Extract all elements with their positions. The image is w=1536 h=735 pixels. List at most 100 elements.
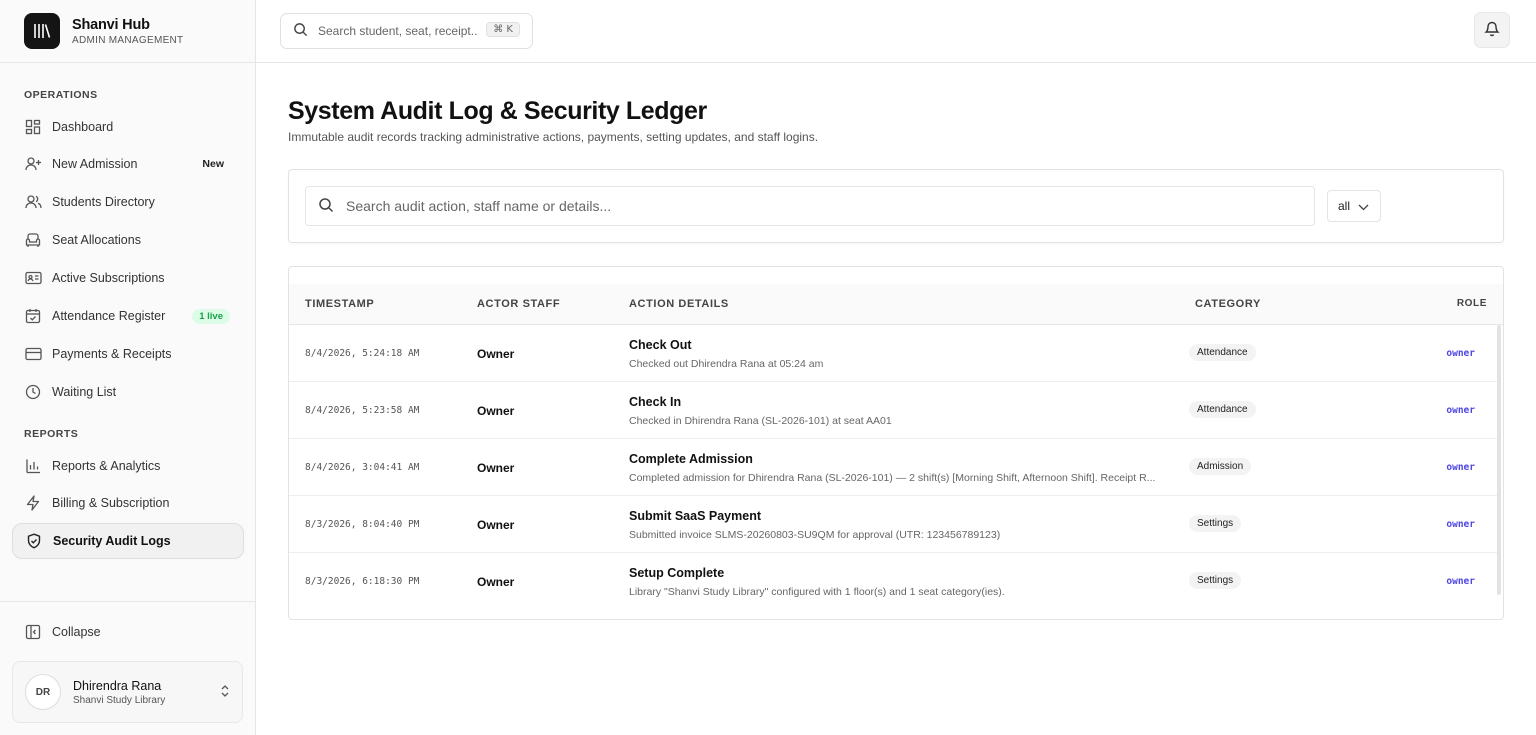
library-logo-icon: [24, 13, 60, 49]
page-title: System Audit Log & Security Ledger: [288, 97, 707, 125]
zap-icon: [24, 494, 42, 512]
row-action-detail: Checked out Dhirendra Rana at 05:24 am: [629, 358, 824, 370]
row-actor: Owner: [477, 404, 515, 418]
row-actor: Owner: [477, 347, 515, 361]
bell-icon: [1484, 20, 1500, 40]
avatar: DR: [25, 674, 61, 710]
row-action-detail: Library "Shanvi Study Library" configure…: [629, 586, 1005, 598]
table-row[interactable]: 8/4/2026, 5:24:18 AM Owner Check Out Che…: [289, 325, 1497, 382]
row-actor: Owner: [477, 518, 515, 532]
brand-name: Shanvi Hub: [72, 16, 150, 33]
row-action-title: Submit SaaS Payment: [629, 509, 761, 523]
table-row[interactable]: 8/3/2026, 8:04:40 PM Owner Submit SaaS P…: [289, 496, 1497, 553]
category-badge: Settings: [1189, 572, 1242, 589]
category-filter-value: all: [1338, 199, 1351, 213]
user-name: Dhirendra Rana: [73, 678, 162, 693]
role-label: owner: [1446, 405, 1475, 416]
filter-bar: all: [288, 169, 1504, 243]
column-header-timestamp[interactable]: TIMESTAMP: [305, 298, 374, 310]
sidebar-item-label: Security Audit Logs: [53, 534, 171, 548]
role-label: owner: [1446, 576, 1475, 587]
sidebar-item-label: Waiting List: [52, 385, 117, 399]
sidebar-item-dashboard[interactable]: Dashboard: [12, 109, 244, 145]
row-action-title: Check Out: [629, 338, 692, 352]
row-timestamp: 8/3/2026, 6:18:30 PM: [305, 576, 420, 587]
notifications-button[interactable]: [1474, 12, 1510, 48]
sidebar-item-label: Seat Allocations: [52, 233, 141, 247]
search-icon: [318, 197, 334, 216]
role-label: owner: [1446, 348, 1475, 359]
category-badge: Attendance: [1189, 401, 1256, 418]
operations-section-label: OPERATIONS: [24, 89, 98, 101]
sidebar-item-active-subscriptions[interactable]: Active Subscriptions: [12, 260, 244, 296]
armchair-icon: [24, 231, 42, 249]
row-action-detail: Checked in Dhirendra Rana (SL-2026-101) …: [629, 415, 892, 427]
sidebar-item-reports-analytics[interactable]: Reports & Analytics: [12, 448, 244, 484]
audit-search-input[interactable]: [346, 198, 1246, 214]
category-badge: Admission: [1189, 458, 1252, 475]
id-card-icon: [24, 269, 42, 287]
row-action-detail: Completed admission for Dhirendra Rana (…: [629, 472, 1156, 484]
column-header-role[interactable]: ROLE: [1457, 298, 1487, 309]
brand-subtitle: ADMIN MANAGEMENT: [72, 34, 184, 46]
sidebar-item-label: Students Directory: [52, 195, 155, 209]
audit-log-table: TIMESTAMP ACTOR STAFF ACTION DETAILS CAT…: [288, 266, 1504, 620]
credit-card-icon: [24, 345, 42, 363]
page-subtitle: Immutable audit records tracking adminis…: [288, 130, 819, 144]
category-badge: Attendance: [1189, 344, 1256, 361]
sidebar-item-waiting-list[interactable]: Waiting List: [12, 374, 244, 410]
row-action-title: Complete Admission: [629, 452, 753, 466]
sidebar-item-security-audit-logs[interactable]: Security Audit Logs: [12, 523, 244, 559]
calendar-check-icon: [24, 307, 42, 325]
sidebar-item-label: Active Subscriptions: [52, 271, 165, 285]
row-actor: Owner: [477, 461, 515, 475]
sidebar-item-payments-receipts[interactable]: Payments & Receipts: [12, 336, 244, 372]
role-label: owner: [1446, 519, 1475, 530]
column-header-action[interactable]: ACTION DETAILS: [629, 298, 729, 310]
live-badge: 1 live: [192, 308, 230, 324]
row-actor: Owner: [477, 575, 515, 589]
sidebar-item-billing-subscription[interactable]: Billing & Subscription: [12, 485, 244, 521]
sidebar-item-label: New Admission: [52, 157, 138, 171]
new-badge: New: [202, 158, 224, 170]
category-filter-select[interactable]: all: [1327, 190, 1381, 222]
shield-check-icon: [25, 532, 43, 550]
sidebar-item-seat-allocations[interactable]: Seat Allocations: [12, 222, 244, 258]
search-icon: [293, 22, 308, 40]
user-profile-card[interactable]: DR Dhirendra Rana Shanvi Study Library: [12, 661, 243, 723]
sidebar-item-new-admission[interactable]: New Admission New: [12, 146, 244, 182]
bar-chart-icon: [24, 457, 42, 475]
role-label: owner: [1446, 462, 1475, 473]
clock-icon: [24, 383, 42, 401]
chevrons-up-down-icon: [220, 684, 230, 701]
row-timestamp: 8/3/2026, 8:04:40 PM: [305, 519, 420, 530]
table-row[interactable]: 8/3/2026, 6:18:30 PM Owner Setup Complet…: [289, 553, 1497, 610]
row-action-title: Check In: [629, 395, 682, 409]
table-row[interactable]: 8/4/2026, 3:04:41 AM Owner Complete Admi…: [289, 439, 1497, 496]
global-search-input[interactable]: [318, 24, 478, 38]
row-timestamp: 8/4/2026, 5:24:18 AM: [305, 348, 420, 359]
sidebar-item-students-directory[interactable]: Students Directory: [12, 184, 244, 220]
row-action-detail: Submitted invoice SLMS-20260803-SU9QM fo…: [629, 529, 1001, 541]
column-header-actor[interactable]: ACTOR STAFF: [477, 298, 560, 310]
reports-section-label: REPORTS: [24, 428, 79, 440]
panel-left-icon: [24, 623, 42, 641]
sidebar-item-attendance-register[interactable]: Attendance Register 1 live: [12, 298, 244, 334]
keyboard-shortcut-hint: ⌘ K: [486, 22, 520, 37]
sidebar-item-label: Payments & Receipts: [52, 347, 172, 361]
collapse-section: Collapse: [0, 601, 256, 661]
global-search[interactable]: ⌘ K: [280, 13, 533, 49]
audit-search[interactable]: [305, 186, 1315, 226]
column-header-category[interactable]: CATEGORY: [1195, 298, 1261, 310]
table-header: TIMESTAMP ACTOR STAFF ACTION DETAILS CAT…: [289, 284, 1503, 325]
row-action-title: Setup Complete: [629, 566, 725, 580]
brand-header[interactable]: Shanvi Hub ADMIN MANAGEMENT: [0, 0, 255, 63]
dashboard-icon: [24, 118, 42, 136]
top-bar: ⌘ K: [256, 0, 1536, 63]
sidebar-item-label: Billing & Subscription: [52, 496, 170, 510]
table-scrollbar[interactable]: [1497, 325, 1501, 595]
users-icon: [24, 193, 42, 211]
collapse-button[interactable]: Collapse: [12, 614, 244, 650]
table-row[interactable]: 8/4/2026, 5:23:58 AM Owner Check In Chec…: [289, 382, 1497, 439]
user-library: Shanvi Study Library: [73, 694, 166, 706]
